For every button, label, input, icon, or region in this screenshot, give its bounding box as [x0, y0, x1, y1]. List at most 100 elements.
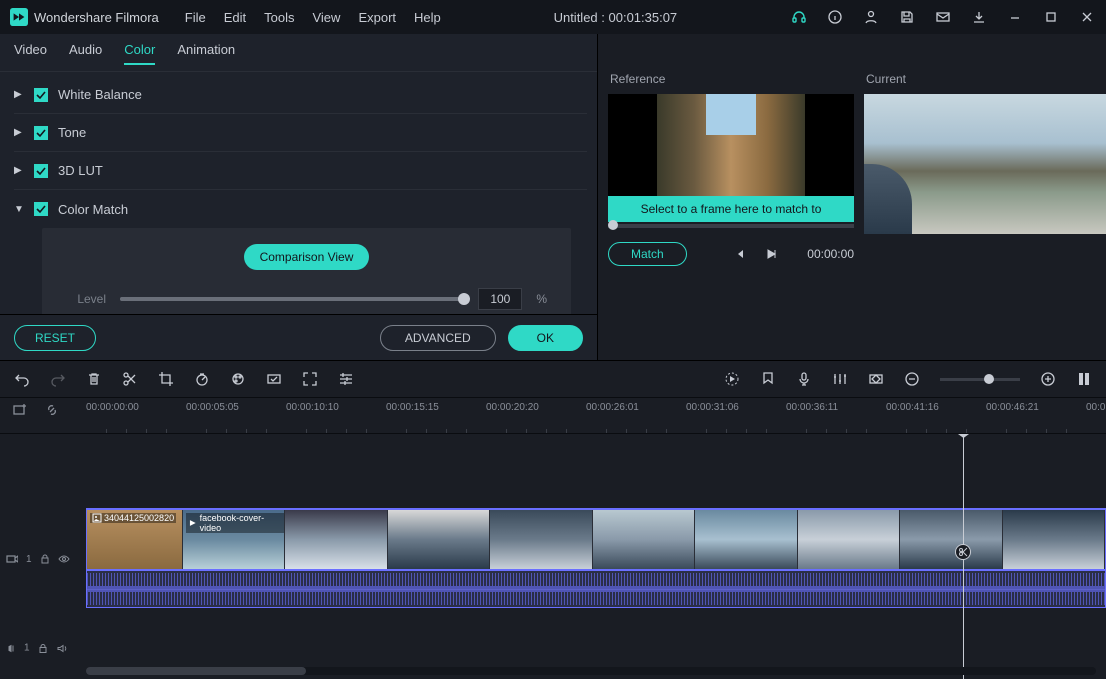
delete-icon[interactable]: [86, 371, 102, 387]
option-color-match[interactable]: ▼ Color Match: [14, 190, 587, 228]
marker-icon[interactable]: [760, 371, 776, 387]
save-icon[interactable]: [898, 8, 916, 26]
reset-button[interactable]: RESET: [14, 325, 96, 351]
split-icon[interactable]: [122, 371, 138, 387]
titlebar: Wondershare Filmora File Edit Tools View…: [0, 0, 1106, 34]
greenscreen-icon[interactable]: [266, 371, 282, 387]
menu-tools[interactable]: Tools: [264, 10, 294, 25]
timeline-scrollbar[interactable]: [86, 667, 1096, 675]
mixer-icon[interactable]: [832, 371, 848, 387]
download-icon[interactable]: [970, 8, 988, 26]
caret-right-icon: ▶: [14, 127, 28, 138]
lock-icon[interactable]: [40, 554, 50, 564]
timeline-toolbar: [0, 360, 1106, 398]
app-brand: Wondershare Filmora: [34, 10, 159, 25]
menu-edit[interactable]: Edit: [224, 10, 246, 25]
account-icon[interactable]: [862, 8, 880, 26]
level-slider[interactable]: [120, 297, 464, 301]
app-logo-icon: [10, 8, 28, 26]
zoom-slider[interactable]: [940, 378, 1020, 381]
reference-thumbnail: [608, 94, 854, 196]
tab-video[interactable]: Video: [14, 42, 47, 65]
tab-animation[interactable]: Animation: [177, 42, 235, 65]
ruler-tick: 00:00:36:11: [786, 402, 838, 413]
crop-icon[interactable]: [158, 371, 174, 387]
advanced-button[interactable]: ADVANCED: [380, 325, 496, 351]
maximize-icon[interactable]: [1042, 8, 1060, 26]
menu-help[interactable]: Help: [414, 10, 441, 25]
fitscreen-icon[interactable]: [302, 371, 318, 387]
level-value[interactable]: 100: [478, 288, 522, 310]
audio-waveform[interactable]: [86, 570, 1106, 608]
play-icon[interactable]: [765, 248, 777, 260]
properties-panel: Video Audio Color Animation ▶ White Bala…: [0, 34, 598, 360]
keyframe-icon[interactable]: [868, 371, 884, 387]
record-icon[interactable]: [796, 371, 812, 387]
ruler-tick: 00:00:46:21: [986, 402, 1039, 413]
ruler-tick: 00:00:00:00: [86, 402, 139, 413]
current-label: Current: [864, 72, 1106, 88]
checkbox-color-match[interactable]: [34, 202, 48, 216]
caret-down-icon: ▼: [14, 204, 28, 215]
track-audio-icon: [6, 643, 16, 653]
zoom-in-icon[interactable]: [1040, 371, 1056, 387]
link-icon[interactable]: [44, 402, 60, 418]
info-icon[interactable]: [826, 8, 844, 26]
clip-1[interactable]: 34044125002820: [87, 510, 183, 569]
label-3d-lut: 3D LUT: [58, 163, 103, 178]
track-audio-num: 1: [24, 643, 30, 654]
level-row: Level 100 %: [66, 288, 547, 310]
checkbox-tone[interactable]: [34, 126, 48, 140]
level-percent: %: [536, 292, 547, 306]
clip-strip[interactable]: 34044125002820 facebook-cover-video: [86, 508, 1106, 570]
video-track[interactable]: 1 34044125002820 facebook-cover-video: [0, 508, 1106, 610]
redo-icon: [50, 371, 66, 387]
timeline-ruler[interactable]: 00:00:00:0000:00:05:0500:00:10:1000:00:1…: [0, 398, 1106, 434]
option-white-balance[interactable]: ▶ White Balance: [14, 76, 587, 114]
reference-callout: Select to a frame here to match to: [608, 196, 854, 222]
color-icon[interactable]: [230, 371, 246, 387]
clip-2-label: facebook-cover-video: [200, 513, 283, 533]
headset-icon[interactable]: [790, 8, 808, 26]
menu-view[interactable]: View: [312, 10, 340, 25]
titlebar-right: [790, 8, 1096, 26]
settings-icon[interactable]: [338, 371, 354, 387]
match-button[interactable]: Match: [608, 242, 687, 266]
playhead[interactable]: [963, 434, 964, 679]
track-video-num: 1: [26, 554, 32, 565]
lock-icon[interactable]: [38, 643, 48, 653]
add-track-icon[interactable]: [12, 402, 28, 418]
audio-track[interactable]: 1: [0, 634, 1106, 662]
zoom-fit-icon[interactable]: [1076, 371, 1092, 387]
mail-icon[interactable]: [934, 8, 952, 26]
zoom-out-icon[interactable]: [904, 371, 920, 387]
timeline-body[interactable]: 1 34044125002820 facebook-cover-video: [0, 434, 1106, 679]
menu-export[interactable]: Export: [358, 10, 396, 25]
menu-bar: File Edit Tools View Export Help: [185, 10, 441, 25]
undo-icon[interactable]: [14, 371, 30, 387]
clip-2[interactable]: facebook-cover-video: [183, 510, 1105, 569]
tab-color[interactable]: Color: [124, 42, 155, 65]
checkbox-3d-lut[interactable]: [34, 164, 48, 178]
clip-1-label: 34044125002820: [104, 513, 174, 523]
ruler-tick: 00:00:26:01: [586, 402, 639, 413]
ok-button[interactable]: OK: [508, 325, 583, 351]
option-3d-lut[interactable]: ▶ 3D LUT: [14, 152, 587, 190]
mute-icon[interactable]: [56, 643, 68, 653]
option-tone[interactable]: ▶ Tone: [14, 114, 587, 152]
caret-right-icon: ▶: [14, 89, 28, 100]
menu-file[interactable]: File: [185, 10, 206, 25]
current-thumbnail: [864, 94, 1106, 234]
minimize-icon[interactable]: [1006, 8, 1024, 26]
render-icon[interactable]: [724, 371, 740, 387]
speed-icon[interactable]: [194, 371, 210, 387]
tab-audio[interactable]: Audio: [69, 42, 102, 65]
eye-icon[interactable]: [58, 554, 70, 564]
prev-frame-icon[interactable]: [733, 248, 745, 260]
caret-right-icon: ▶: [14, 165, 28, 176]
ruler-tick: 00:00:05:05: [186, 402, 239, 413]
checkbox-white-balance[interactable]: [34, 88, 48, 102]
comparison-view-button[interactable]: Comparison View: [244, 244, 370, 270]
reference-scrubber[interactable]: [608, 224, 854, 228]
close-icon[interactable]: [1078, 8, 1096, 26]
